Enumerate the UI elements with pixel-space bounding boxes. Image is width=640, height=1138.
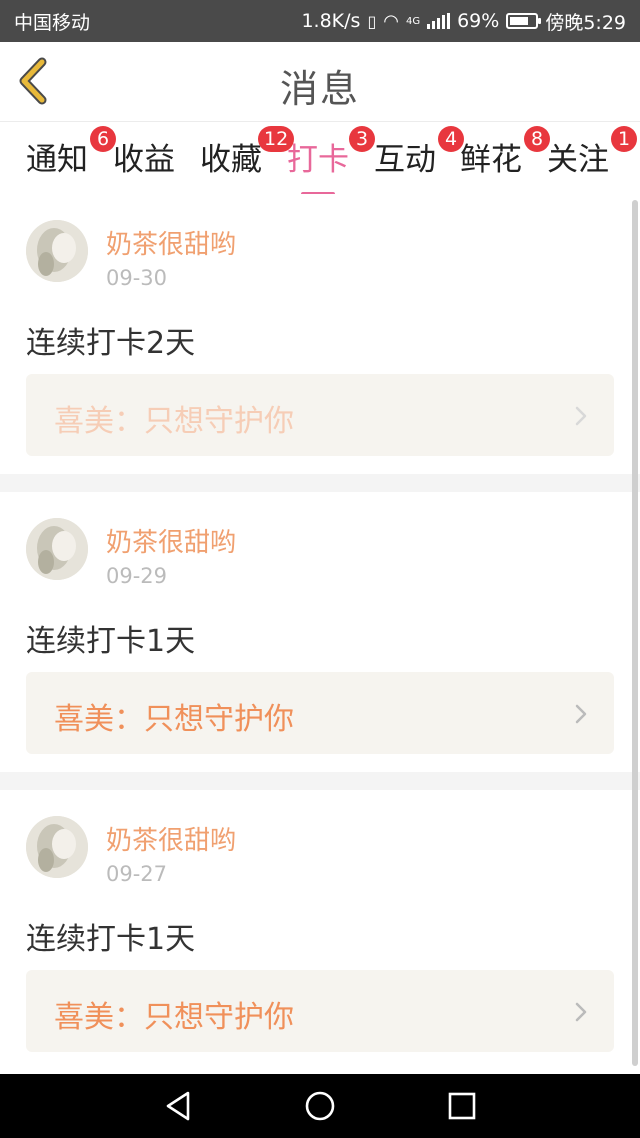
list-item: 奶茶很甜哟 09-30 连续打卡2天 喜美：只想守护你	[0, 194, 640, 474]
tab-bar: 通知 6 收益 收藏 12 打卡 3 互动 4 鲜花 8 关注 1	[0, 122, 640, 196]
triangle-back-icon[interactable]	[160, 1088, 196, 1124]
message-text: 连续打卡1天	[26, 922, 196, 957]
message-date: 09-27	[106, 862, 168, 886]
linked-post-title: 喜美：只想守护你	[54, 1000, 294, 1035]
clock: 傍晚5:29	[545, 11, 626, 34]
avatar-image	[26, 518, 88, 580]
tab-checkin[interactable]: 打卡 3	[287, 126, 375, 196]
unread-badge: 3	[349, 126, 375, 152]
tab-favorites[interactable]: 收藏 12	[200, 126, 295, 190]
message-list[interactable]: 奶茶很甜哟 09-30 连续打卡2天 喜美：只想守护你 奶茶很甜哟 09-29 …	[0, 194, 640, 1074]
linked-post-title: 喜美：只想守护你	[54, 404, 294, 439]
unread-badge: 1	[611, 126, 637, 152]
tab-label: 收益	[113, 142, 175, 178]
list-item: 奶茶很甜哟 09-29 连续打卡1天 喜美：只想守护你	[0, 492, 640, 772]
net-speed: 1.8K/s	[301, 10, 361, 32]
chevron-right-icon	[575, 406, 587, 426]
list-item: 奶茶很甜哟 09-27 连续打卡1天 喜美：只想守护你	[0, 790, 640, 1070]
message-date: 09-29	[106, 564, 168, 588]
avatar[interactable]	[26, 816, 88, 878]
status-bar: 中国移动 1.8K/s ▯ ◠ 4G 69% 傍晚5:29	[0, 0, 640, 42]
linked-post-button[interactable]: 喜美：只想守护你	[26, 672, 614, 754]
battery-percent: 69%	[457, 10, 500, 32]
battery-icon	[506, 13, 542, 29]
tab-interactions[interactable]: 互动 4	[374, 126, 464, 190]
tab-label: 鲜花	[460, 142, 522, 178]
username[interactable]: 奶茶很甜哟	[106, 820, 236, 857]
tab-label: 互动	[374, 142, 436, 178]
avatar-image	[26, 220, 88, 282]
square-recents-icon[interactable]	[444, 1088, 480, 1124]
wifi-icon: ◠	[383, 10, 399, 32]
message-date: 09-30	[106, 266, 168, 290]
username[interactable]: 奶茶很甜哟	[106, 522, 236, 559]
status-icons: 1.8K/s ▯ ◠ 4G 69% 傍晚5:29	[301, 8, 626, 35]
tab-following[interactable]: 关注 1	[547, 126, 637, 190]
tab-label: 关注	[547, 142, 609, 178]
message-text: 连续打卡1天	[26, 624, 196, 659]
linked-post-button[interactable]: 喜美：只想守护你	[26, 374, 614, 456]
tab-flowers[interactable]: 鲜花 8	[460, 126, 550, 190]
tab-notifications[interactable]: 通知 6	[26, 126, 116, 190]
avatar-image	[26, 816, 88, 878]
username[interactable]: 奶茶很甜哟	[106, 224, 236, 261]
tab-label: 通知	[26, 142, 88, 178]
header: 消息	[0, 42, 640, 122]
tab-earnings[interactable]: 收益	[113, 134, 175, 190]
chevron-right-icon	[575, 704, 587, 724]
divider	[0, 474, 640, 492]
tab-label: 收藏	[200, 142, 262, 178]
linked-post-button[interactable]: 喜美：只想守护你	[26, 970, 614, 1052]
divider	[0, 772, 640, 790]
circle-home-icon[interactable]	[302, 1088, 338, 1124]
vibrate-icon: ▯	[367, 11, 377, 31]
network-type: 4G	[405, 15, 421, 27]
avatar[interactable]	[26, 518, 88, 580]
tab-label: 打卡	[287, 142, 349, 178]
avatar[interactable]	[26, 220, 88, 282]
signal-icon	[427, 13, 451, 29]
page-title: 消息	[279, 67, 360, 111]
scrollbar[interactable]	[632, 200, 638, 1066]
chevron-right-icon	[575, 1002, 587, 1022]
carrier-name: 中国移动	[14, 11, 91, 34]
linked-post-title: 喜美：只想守护你	[54, 702, 294, 737]
message-text: 连续打卡2天	[26, 326, 196, 361]
system-nav-bar	[0, 1074, 640, 1138]
